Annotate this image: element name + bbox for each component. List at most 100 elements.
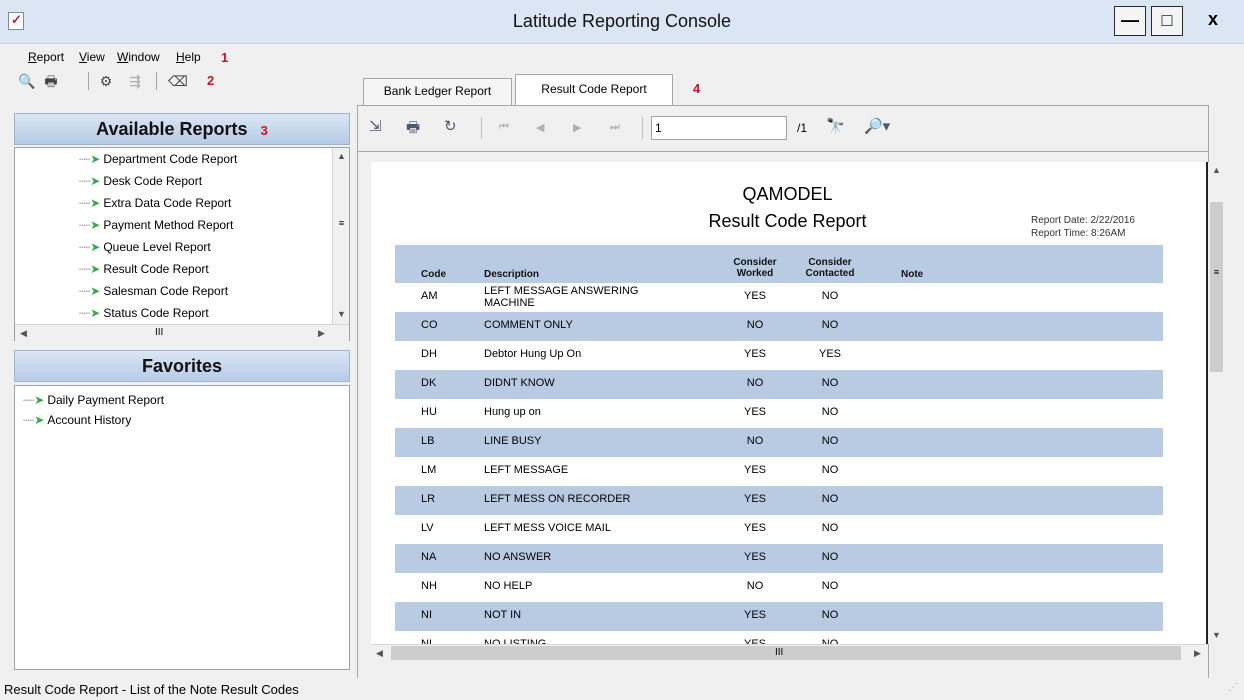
tree-item[interactable]: ┄┄ ➤ Queue Level Report <box>79 236 329 258</box>
tree-item[interactable]: ┄┄ ➤ Extra Data Code Report <box>79 192 329 214</box>
cell-worked: NO <box>746 435 764 447</box>
table-row: NA NO ANSWER YES NO <box>395 544 1163 573</box>
zoom-icon[interactable]: 🔎▾ <box>864 117 890 135</box>
cell-contacted: YES <box>818 348 841 360</box>
table-row: LM LEFT MESSAGE YES NO <box>395 457 1163 486</box>
tree-item[interactable]: ┄┄ ➤ Desk Code Report <box>79 170 329 192</box>
cell-contacted: NO <box>821 319 839 331</box>
scroll-left-icon[interactable]: ◀ <box>15 325 32 342</box>
toolbar-separator <box>88 72 89 90</box>
maximize-button[interactable]: □ <box>1151 6 1183 36</box>
available-reports-tree[interactable]: ┄┄ ➤ Department Code Report ┄┄ ➤ Desk Code R… <box>14 147 350 341</box>
scroll-down-icon[interactable]: ▼ <box>333 306 350 323</box>
report-hscrollbar[interactable]: ◀ III ▶ <box>371 644 1208 661</box>
cell-worked: NO <box>746 319 764 331</box>
report-date: Report Date: 2/22/2016 <box>1031 215 1135 226</box>
report-time: Report Time: 8:26AM <box>1031 228 1126 239</box>
cell-worked: YES <box>743 493 766 505</box>
resize-grip-icon[interactable]: ⋰ <box>1228 682 1238 693</box>
cell-description: LEFT MESS VOICE MAIL <box>484 522 611 534</box>
tab-bank-ledger-report[interactable]: Bank Ledger Report <box>363 78 512 105</box>
table-row: HU Hung up on YES NO <box>395 399 1163 428</box>
cell-worked: NO <box>746 580 764 592</box>
cell-description: COMMENT ONLY <box>484 319 573 331</box>
print-report-icon[interactable]: 🖶 <box>406 117 420 142</box>
scroll-left-icon[interactable]: ◀ <box>371 645 388 662</box>
toolbar-separator <box>481 117 482 139</box>
tree-item[interactable]: ┄┄ ➤ Department Code Report <box>79 148 329 170</box>
tree-item[interactable]: ┄┄ ➤ Status Code Report <box>79 302 329 324</box>
menu-help[interactable]: Help <box>176 50 201 64</box>
scroll-right-icon[interactable]: ▶ <box>1189 645 1206 662</box>
cell-contacted: NO <box>821 464 839 476</box>
first-page-icon[interactable]: ⏮ <box>499 121 509 134</box>
cell-contacted: NO <box>821 580 839 592</box>
scroll-thumb[interactable] <box>1210 202 1223 372</box>
previous-page-icon[interactable]: ◀ <box>536 121 544 134</box>
table-row: NL NO LISTING YES NO <box>395 631 1163 644</box>
eraser-icon[interactable]: ⌫ <box>168 72 188 90</box>
scroll-right-icon[interactable]: ▶ <box>313 325 330 342</box>
window-title: Latitude Reporting Console <box>512 11 732 31</box>
status-text: Result Code Report - List of the Note Re… <box>4 682 299 697</box>
cell-code: DK <box>421 377 437 389</box>
menu-report[interactable]: Report <box>28 50 64 64</box>
tree-item[interactable]: ┄┄ ➤ Payment Method Report <box>79 214 329 236</box>
page-number-input[interactable]: 1 <box>651 116 787 140</box>
last-page-icon[interactable]: ⏭ <box>610 121 620 134</box>
cell-contacted: NO <box>821 609 839 621</box>
refresh-icon[interactable]: ↻ <box>444 117 457 135</box>
scroll-thumb[interactable]: ≡ <box>333 218 350 228</box>
cell-code: CO <box>421 319 438 331</box>
table-row: LR LEFT MESS ON RECORDER YES NO <box>395 486 1163 515</box>
tab-result-code-report[interactable]: Result Code Report <box>515 74 673 105</box>
cell-description: LINE BUSY <box>484 435 542 447</box>
print-preview-icon[interactable]: 🔍 <box>18 72 36 90</box>
cell-worked: YES <box>743 551 766 563</box>
cell-description: NOT IN <box>484 609 522 621</box>
report-properties-icon[interactable]: ⚙ <box>97 72 115 90</box>
report-vscrollbar[interactable]: ▲ ≡ ▼ <box>1208 162 1225 644</box>
export-icon[interactable]: ⇶ <box>126 72 144 90</box>
favorites-header: Favorites <box>14 350 350 382</box>
menu-view[interactable]: View <box>79 50 105 64</box>
cell-contacted: NO <box>821 406 839 418</box>
toolbar-separator <box>642 117 643 139</box>
favorites-tree[interactable]: ┄┄ ➤ Daily Payment Report ┄┄ ➤ Account Histo… <box>14 385 350 670</box>
reports-hscrollbar[interactable]: ◀ III ▶ <box>15 324 349 341</box>
cell-code: LV <box>421 522 434 534</box>
favorite-item[interactable]: ┄┄ ➤ Account History <box>23 410 164 430</box>
cell-code: NH <box>421 580 437 592</box>
cell-description: Debtor Hung Up On <box>484 348 582 360</box>
scroll-up-icon[interactable]: ▲ <box>333 148 350 165</box>
close-button[interactable]: x <box>1188 6 1238 36</box>
callout-3: 3 <box>260 123 268 138</box>
find-icon[interactable]: 🔭 <box>826 117 845 135</box>
tree-item[interactable]: ┄┄ ➤ Result Code Report <box>79 258 329 280</box>
cell-code: HU <box>421 406 437 418</box>
print-icon[interactable]: 🖶 <box>42 72 60 90</box>
available-reports-header: Available Reports 3 <box>14 113 350 145</box>
export-report-icon[interactable]: ⇲ <box>369 117 382 135</box>
reports-vscrollbar[interactable]: ▲ ≡ ▼ <box>332 148 349 324</box>
minimize-button[interactable]: — <box>1114 6 1146 36</box>
tree-item[interactable]: ┄┄ ➤ Salesman Code Report <box>79 280 329 302</box>
hscroll-thumb[interactable] <box>391 646 1181 660</box>
cell-contacted: NO <box>821 290 839 302</box>
favorite-item[interactable]: ┄┄ ➤ Daily Payment Report <box>23 390 164 410</box>
toolbar-separator <box>156 72 157 90</box>
table-row: AM LEFT MESSAGE ANSWERING MACHINE YES NO <box>395 283 1163 312</box>
cell-worked: YES <box>743 290 766 302</box>
cell-contacted: NO <box>821 551 839 563</box>
callout-1: 1 <box>221 50 229 65</box>
hscroll-thumb[interactable]: III <box>155 327 163 338</box>
col-worked: Consider Worked <box>733 257 777 279</box>
menu-window[interactable]: Window <box>117 50 160 64</box>
page-total: /1 <box>797 121 808 135</box>
cell-worked: YES <box>743 522 766 534</box>
table-row: CO COMMENT ONLY NO NO <box>395 312 1163 341</box>
scroll-up-icon[interactable]: ▲ <box>1208 162 1225 179</box>
next-page-icon[interactable]: ▶ <box>573 121 581 134</box>
cell-worked: YES <box>743 464 766 476</box>
scroll-down-icon[interactable]: ▼ <box>1208 627 1225 644</box>
